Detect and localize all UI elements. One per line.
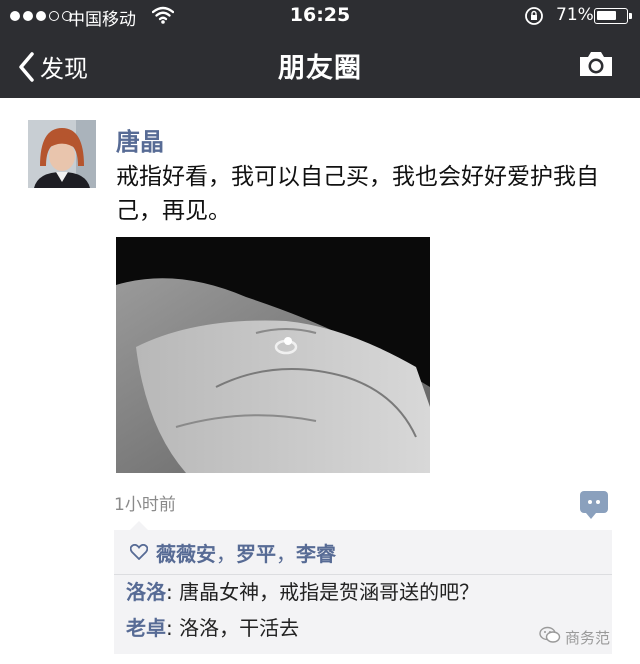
- comment-author[interactable]: 洛洛: [126, 580, 166, 604]
- battery-icon: [594, 8, 628, 24]
- post-author[interactable]: 唐晶: [116, 122, 164, 157]
- comment-item[interactable]: 老卓: 洛洛，干活去: [126, 612, 299, 641]
- avatar[interactable]: [28, 120, 96, 188]
- nav-bar: 发现 朋友圈: [0, 32, 640, 98]
- liker-name[interactable]: 李睿: [296, 538, 336, 567]
- wechat-logo-icon: [539, 626, 561, 648]
- interaction-box-arrow: [130, 521, 148, 530]
- comment-text: 洛洛，干活去: [179, 616, 300, 640]
- comment-icon[interactable]: [580, 491, 608, 519]
- like-separator: ，: [216, 542, 236, 566]
- comment-text: 唐晶女神，戒指是贺涵哥送的吧？: [179, 580, 480, 604]
- post-photo[interactable]: [116, 237, 430, 473]
- interaction-box: 薇薇安 ， 罗平 ， 李睿 洛洛: 唐晶女神，戒指是贺涵哥送的吧？ 老卓: 洛洛…: [114, 530, 612, 654]
- divider: [114, 574, 612, 575]
- rotation-lock-icon: [524, 6, 544, 30]
- likes-row: 薇薇安 ， 罗平 ， 李睿: [129, 538, 336, 567]
- comment-item[interactable]: 洛洛: 唐晶女神，戒指是贺涵哥送的吧？: [126, 576, 479, 605]
- liker-name[interactable]: 薇薇安: [156, 538, 216, 567]
- watermark: 商务范: [539, 626, 610, 648]
- post-text: 戒指好看，我可以自己买，我也会好好爱护我自己，再见。: [116, 164, 599, 224]
- watermark-text: 商务范: [565, 628, 611, 647]
- status-bar: 中国移动 16:25 71%: [0, 0, 640, 32]
- comment-author[interactable]: 老卓: [126, 616, 166, 640]
- like-separator: ，: [276, 542, 296, 566]
- heart-icon: [129, 541, 149, 565]
- page-title: 朋友圈: [278, 53, 362, 84]
- post-timestamp: 1小时前: [114, 495, 176, 515]
- battery-percent: 71%: [556, 5, 594, 25]
- top-bar: 中国移动 16:25 71% 发现 朋友圈: [0, 0, 640, 98]
- battery-fill: [597, 11, 616, 20]
- battery-nub: [629, 13, 632, 19]
- clock: 16:25: [289, 4, 351, 26]
- camera-icon[interactable]: [578, 50, 614, 82]
- liker-name[interactable]: 罗平: [236, 538, 276, 567]
